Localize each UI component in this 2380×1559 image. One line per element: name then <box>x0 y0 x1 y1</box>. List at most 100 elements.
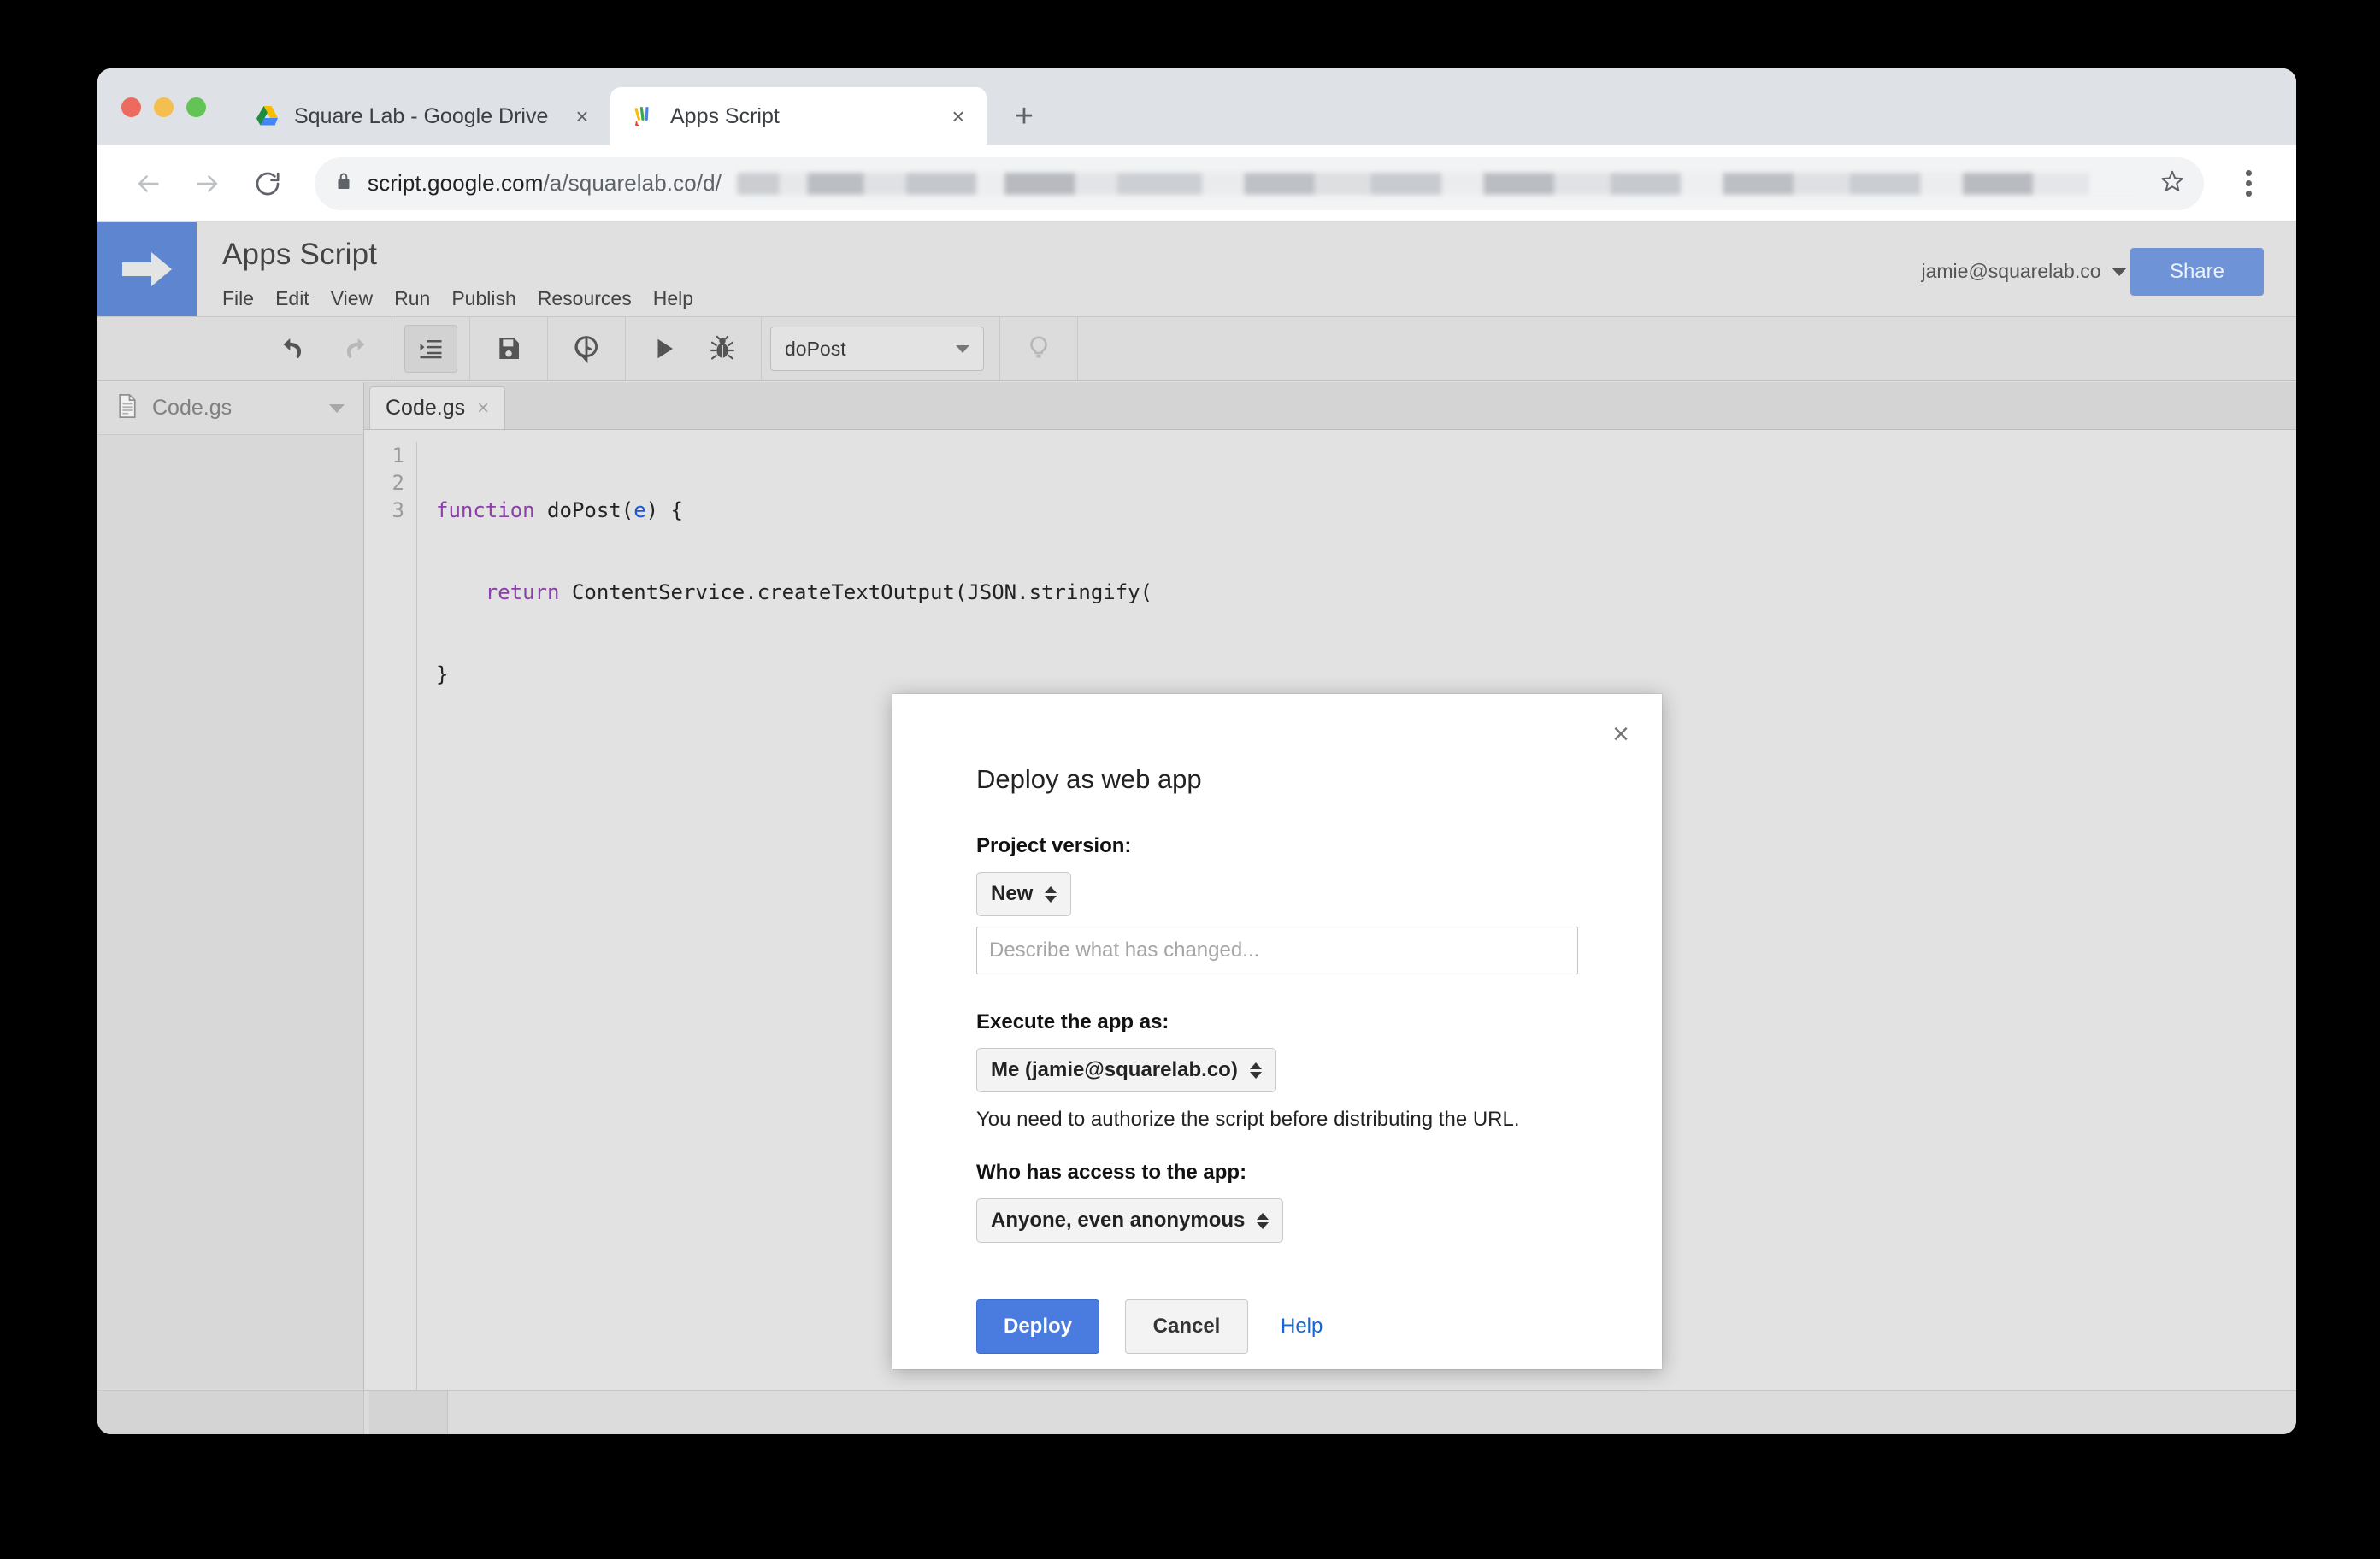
function-select-value: doPost <box>785 337 846 360</box>
toolbar-group-save <box>470 317 548 380</box>
function-select[interactable]: doPost <box>770 327 984 371</box>
status-segment-left <box>97 1391 364 1434</box>
menu-edit[interactable]: Edit <box>275 284 326 314</box>
reload-button[interactable] <box>241 157 294 210</box>
maximize-window-button[interactable] <box>186 97 206 117</box>
menu-publish[interactable]: Publish <box>451 284 532 314</box>
menu-resources[interactable]: Resources <box>538 284 648 314</box>
code-line: function doPost(e) { <box>436 497 1152 524</box>
cancel-button[interactable]: Cancel <box>1125 1299 1248 1354</box>
close-window-button[interactable] <box>121 97 141 117</box>
chevron-down-icon <box>2111 267 2127 276</box>
browser-tabstrip: Square Lab - Google Drive × Apps Script … <box>97 68 2296 145</box>
save-button[interactable] <box>482 325 535 373</box>
lightbulb-icon[interactable] <box>1012 325 1065 373</box>
browser-navbar: script.google.com/a/squarelab.co/d/ <box>97 145 2296 222</box>
access-select[interactable]: Anyone, even anonymous <box>976 1198 1284 1243</box>
new-tab-button[interactable]: + <box>1000 92 1048 140</box>
caret-down-icon[interactable] <box>329 403 345 413</box>
account-menu[interactable]: jamie@squarelab.co <box>1921 260 2127 283</box>
project-version-value: New <box>991 882 1034 905</box>
url-path: /a/squarelab.co/d/ <box>543 170 722 196</box>
menu-run[interactable]: Run <box>394 284 446 314</box>
close-editor-tab-button[interactable]: × <box>477 397 489 421</box>
apps-script-icon <box>631 103 657 129</box>
file-icon <box>116 393 138 423</box>
editor-tab-code-gs[interactable]: Code.gs × <box>369 386 506 429</box>
app-toolbar: doPost <box>97 316 2296 381</box>
forward-button[interactable] <box>181 157 234 210</box>
status-segment-mid <box>369 1391 448 1434</box>
access-value: Anyone, even anonymous <box>991 1209 1246 1232</box>
close-dialog-button[interactable]: × <box>1612 720 1629 749</box>
lock-icon <box>333 171 354 196</box>
undo-button[interactable] <box>268 325 321 373</box>
version-description-input[interactable] <box>976 927 1578 974</box>
code-token: ) { <box>645 498 683 522</box>
run-button[interactable] <box>638 325 691 373</box>
share-button[interactable]: Share <box>2130 248 2264 296</box>
kebab-menu-icon[interactable] <box>2224 160 2272 208</box>
spinner-arrows-icon <box>1045 885 1057 903</box>
toolbar-group-versions <box>548 317 626 380</box>
spinner-arrows-icon <box>1257 1212 1270 1229</box>
file-sidebar: Code.gs <box>97 382 364 1390</box>
code-token: return <box>485 580 560 604</box>
apps-script-arrow-logo <box>97 222 197 316</box>
sidebar-file-code-gs[interactable]: Code.gs <box>97 382 363 435</box>
url-redacted-id <box>736 172 2146 195</box>
menu-help[interactable]: Help <box>653 284 710 314</box>
google-drive-icon <box>255 103 280 129</box>
toolbar-group-format <box>392 317 470 380</box>
close-tab-button[interactable]: × <box>946 103 971 129</box>
deploy-button[interactable]: Deploy <box>976 1299 1099 1354</box>
account-email: jamie@squarelab.co <box>1921 260 2101 282</box>
toolbar-group-run <box>626 317 762 380</box>
dialog-title: Deploy as web app <box>976 764 1202 794</box>
editor-tab-label: Code.gs <box>386 396 466 420</box>
execute-as-value: Me (jamie@squarelab.co) <box>991 1058 1238 1081</box>
account-area: jamie@squarelab.co Share <box>1921 236 2264 296</box>
toolbar-group-history <box>256 317 392 380</box>
project-version-label: Project version: <box>976 834 1132 857</box>
code-token: } <box>436 662 449 686</box>
menu-file[interactable]: File <box>222 284 270 314</box>
line-number-gutter: 1 2 3 <box>364 442 417 1390</box>
code-token: ContentService.createTextOutput(JSON.str… <box>559 580 1153 604</box>
execute-as-select[interactable]: Me (jamie@squarelab.co) <box>976 1048 1276 1092</box>
url-domain: script.google.com <box>368 170 544 196</box>
debug-button[interactable] <box>696 325 749 373</box>
browser-tab-apps-script[interactable]: Apps Script × <box>610 87 987 145</box>
close-tab-button[interactable]: × <box>569 103 595 129</box>
project-version-select[interactable]: New <box>976 872 1072 916</box>
address-bar[interactable]: script.google.com/a/squarelab.co/d/ <box>315 156 2204 210</box>
deploy-web-app-dialog: × Deploy as web app Project version: New… <box>892 694 1662 1369</box>
apps-script-app: Apps Script File Edit View Run Publish R… <box>97 222 2296 1434</box>
dialog-content: Deploy as web app Project version: New E… <box>892 694 1662 1354</box>
back-button[interactable] <box>121 157 174 210</box>
code-token: e <box>633 498 646 522</box>
browser-tab-title: Apps Script <box>670 103 780 128</box>
help-link[interactable]: Help <box>1281 1315 1323 1338</box>
browser-window: Square Lab - Google Drive × Apps Script … <box>97 68 2296 1434</box>
menu-view[interactable]: View <box>331 284 389 314</box>
window-traffic-lights <box>121 97 206 117</box>
redo-button[interactable] <box>327 325 380 373</box>
code-token: doPost( <box>534 498 634 522</box>
code-token: function <box>436 498 535 522</box>
sidebar-file-name: Code.gs <box>152 396 233 420</box>
editor-tabstrip: Code.gs × <box>364 382 2296 430</box>
bookmark-star-icon[interactable] <box>2159 168 2185 198</box>
url-text: script.google.com/a/squarelab.co/d/ <box>368 170 722 197</box>
line-number: 2 <box>392 471 404 495</box>
minimize-window-button[interactable] <box>154 97 174 117</box>
authorize-note: You need to authorize the script before … <box>976 1108 1520 1131</box>
access-label: Who has access to the app: <box>976 1161 1247 1184</box>
code-line: } <box>436 661 1152 688</box>
app-header: Apps Script File Edit View Run Publish R… <box>97 222 2296 316</box>
browser-tab-drive[interactable]: Square Lab - Google Drive × <box>234 87 610 145</box>
code-line: return ContentService.createTextOutput(J… <box>436 579 1152 606</box>
indent-button[interactable] <box>404 325 457 373</box>
version-history-button[interactable] <box>560 325 613 373</box>
